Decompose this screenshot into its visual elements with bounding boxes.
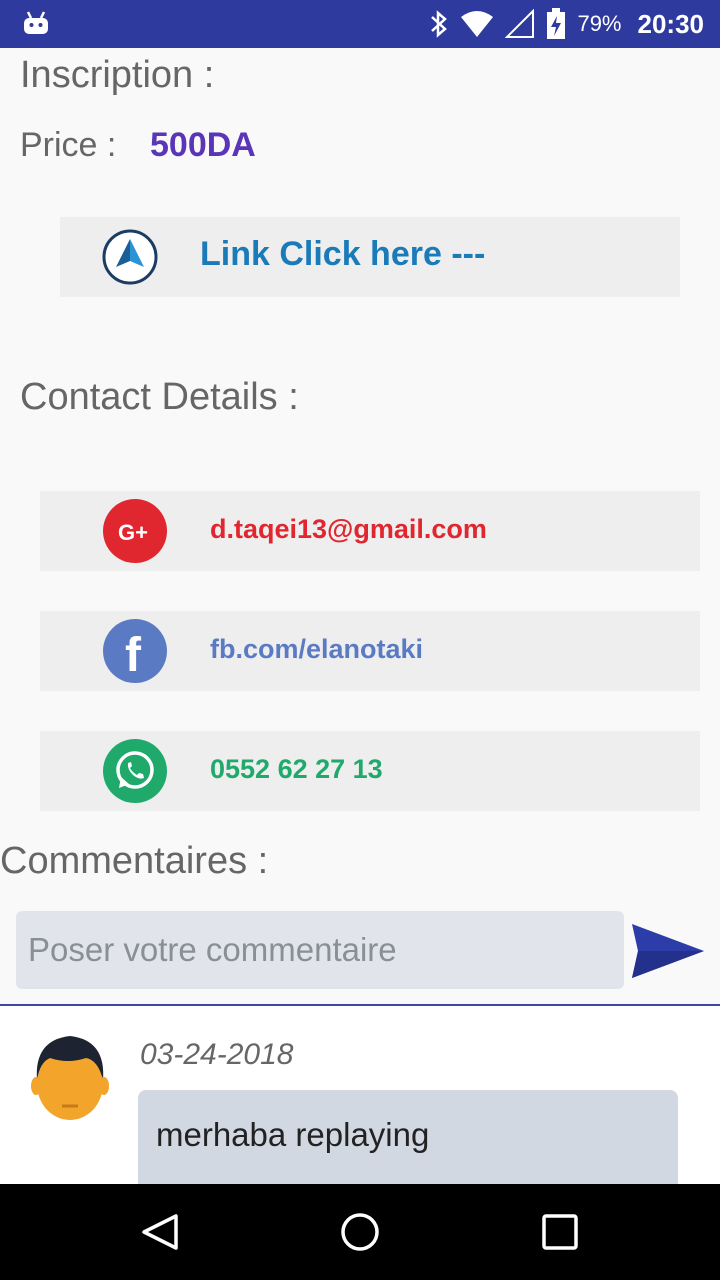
navigation-arrow-icon <box>102 229 158 285</box>
svg-text:G+: G+ <box>118 520 148 545</box>
link-button[interactable]: Link Click here --- <box>60 217 680 297</box>
battery-charging-icon <box>547 8 566 39</box>
clock: 20:30 <box>637 8 705 39</box>
cell-signal-icon <box>505 9 535 38</box>
user-avatar-icon <box>31 1036 109 1120</box>
home-icon[interactable] <box>340 1212 380 1252</box>
comment-text: merhaba replaying <box>156 1116 430 1153</box>
whatsapp-icon <box>103 739 167 803</box>
back-icon[interactable] <box>140 1212 180 1252</box>
contact-heading: Contact Details : <box>20 376 299 418</box>
price-value: 500DA <box>150 126 256 164</box>
contact-facebook: fb.com/elanotaki <box>210 634 424 664</box>
contact-email: d.taqei13@gmail.com <box>210 514 487 544</box>
comment-input-placeholder: Poser votre commentaire <box>28 931 397 968</box>
android-debug-icon <box>24 11 48 34</box>
contact-phone: 0552 62 27 13 <box>210 754 383 784</box>
google-plus-icon: G+ <box>103 499 167 563</box>
status-bar: 79% 20:30 <box>0 0 720 48</box>
svg-text:f: f <box>125 629 142 682</box>
contact-facebook-row[interactable]: f fb.com/elanotaki <box>40 611 700 691</box>
price-label: Price : <box>20 126 117 164</box>
comment-input[interactable]: Poser votre commentaire <box>16 911 624 989</box>
battery-percent: 79% <box>577 11 622 36</box>
comment-bubble: merhaba replaying <box>138 1090 678 1184</box>
link-button-label: Link Click here --- <box>200 235 486 273</box>
send-icon[interactable] <box>628 918 708 984</box>
comment-date: 03-24-2018 <box>140 1038 294 1071</box>
bluetooth-icon <box>431 10 448 38</box>
facebook-icon: f <box>103 619 167 683</box>
contact-email-row[interactable]: G+ d.taqei13@gmail.com <box>40 491 700 571</box>
wifi-icon <box>461 11 494 37</box>
contact-whatsapp-row[interactable]: 0552 62 27 13 <box>40 731 700 811</box>
comments-heading: Commentaires : <box>0 840 269 882</box>
recents-icon[interactable] <box>542 1214 578 1250</box>
inscription-label: Inscription : <box>20 54 215 96</box>
navigation-bar <box>0 1184 720 1280</box>
